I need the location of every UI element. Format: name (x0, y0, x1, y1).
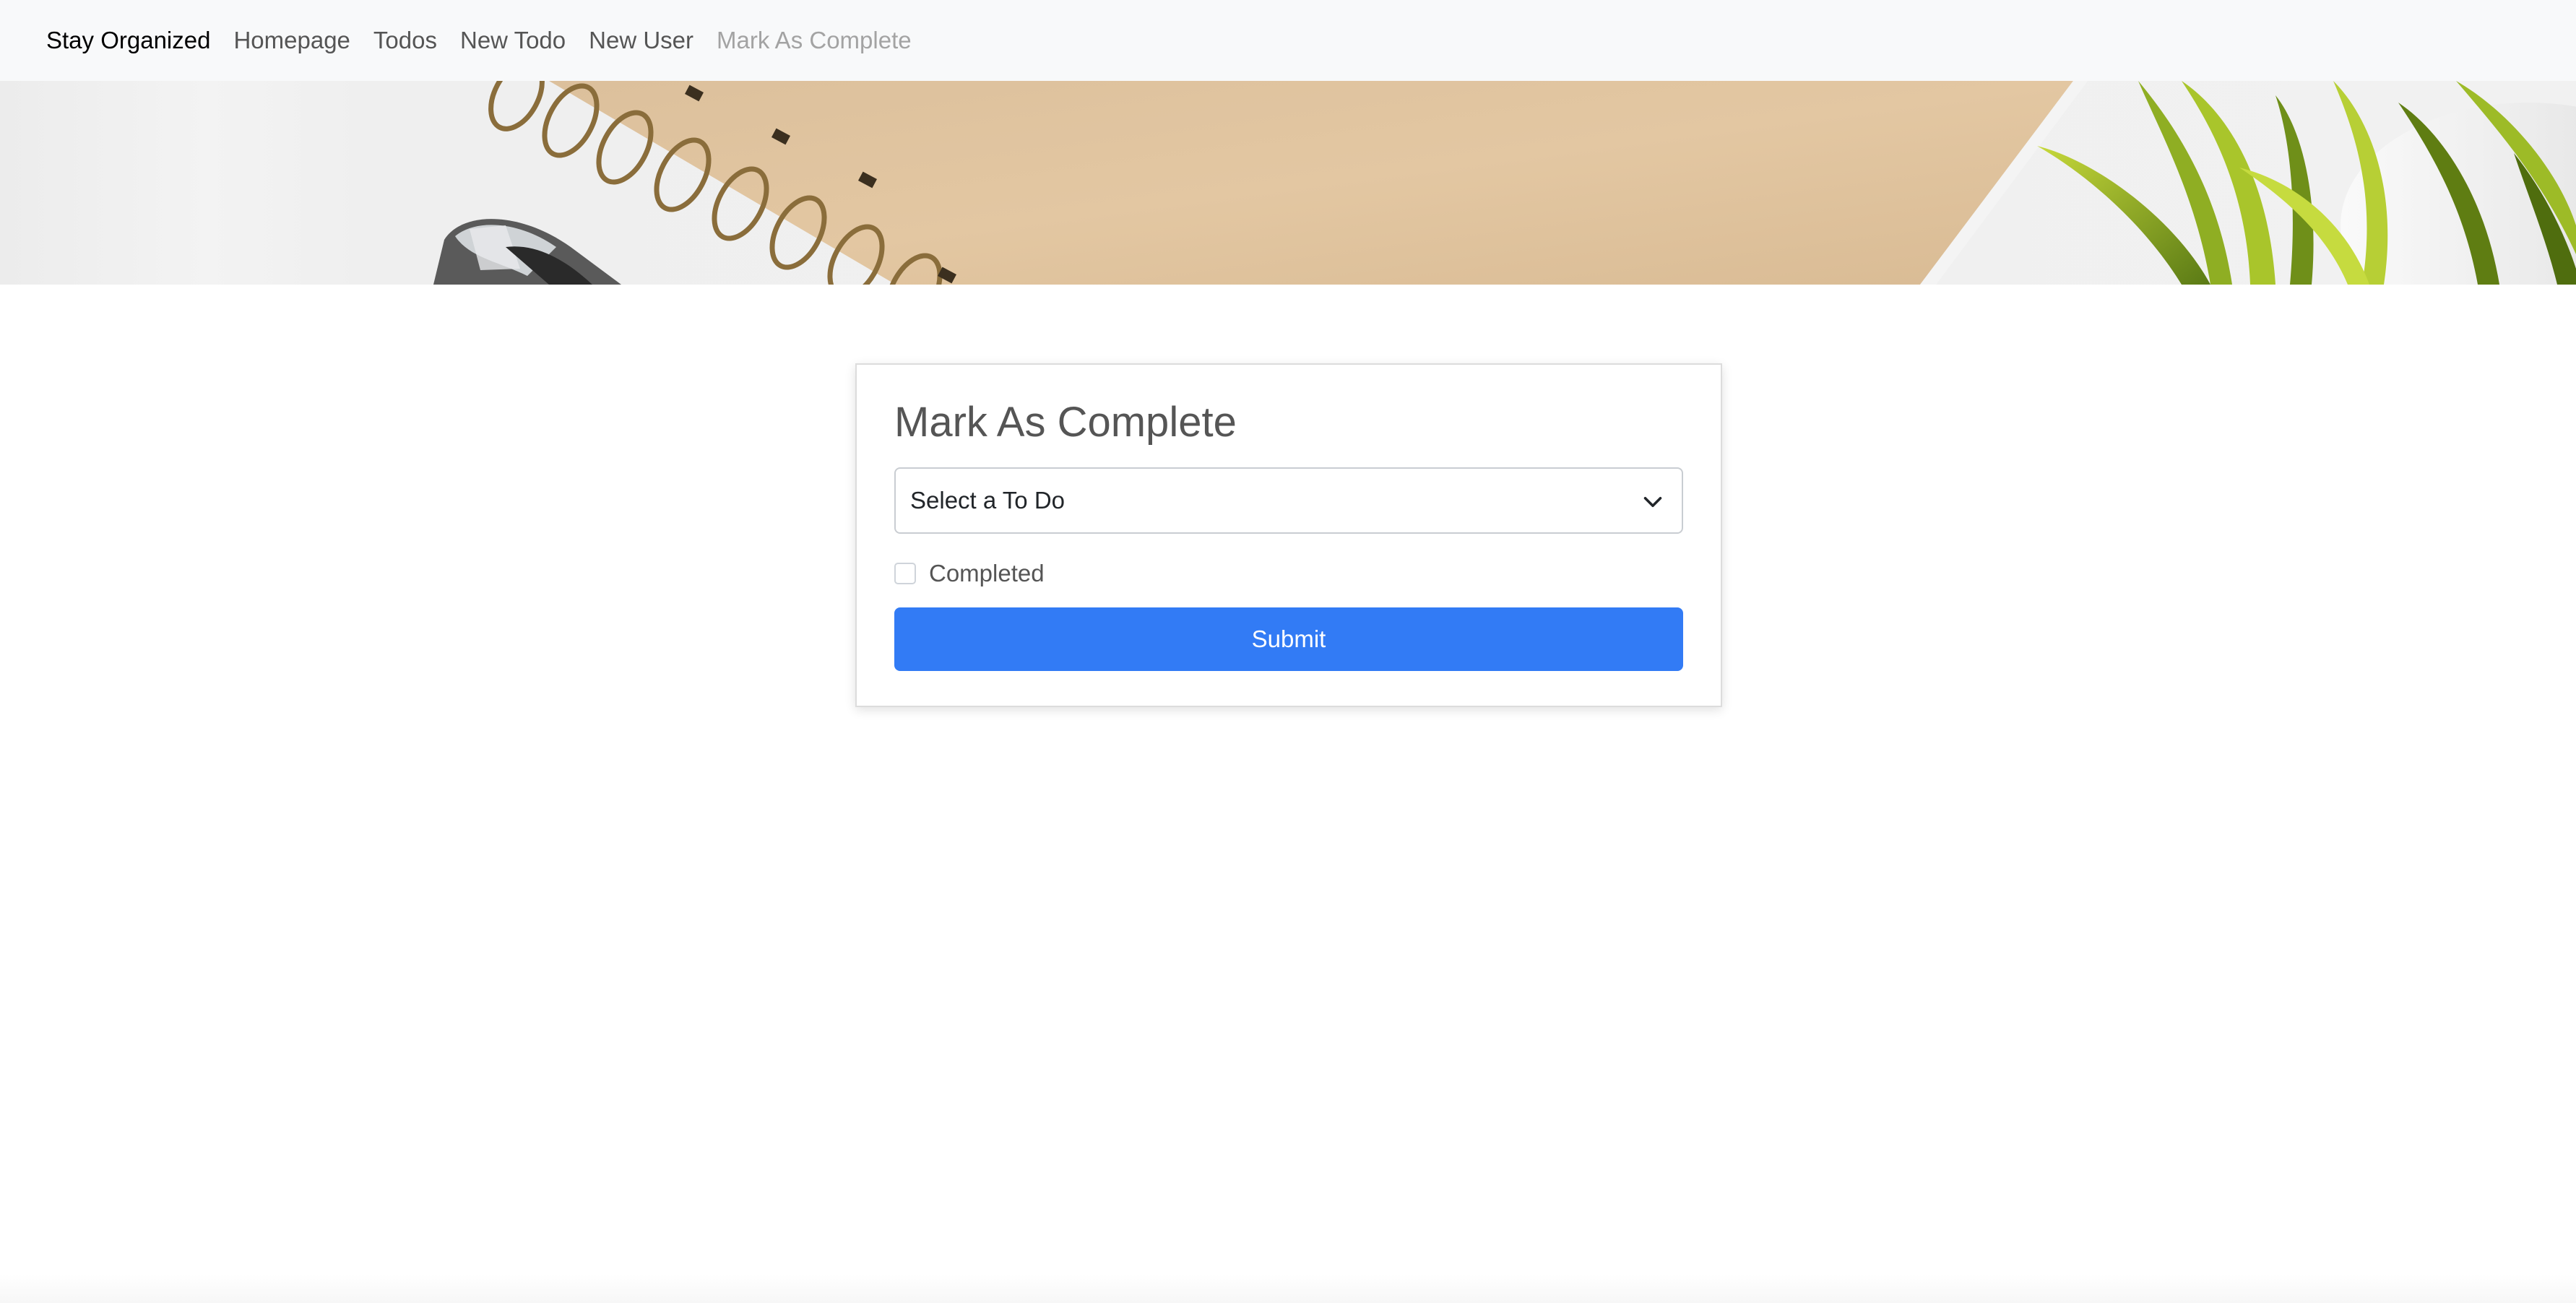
nav-link-new-todo[interactable]: New Todo (460, 27, 566, 54)
spiral-notebook-image (488, 81, 2088, 285)
completed-checkbox-row: Completed (894, 560, 1683, 587)
navbar: Stay Organized Homepage Todos New Todo N… (0, 0, 2576, 81)
submit-button[interactable]: Submit (894, 607, 1683, 671)
nav-link-new-user[interactable]: New User (589, 27, 693, 54)
footer-fade (0, 1274, 2576, 1303)
chevron-down-icon (1643, 497, 1662, 507)
brand-link[interactable]: Stay Organized (46, 27, 210, 54)
nav-link-todos[interactable]: Todos (373, 27, 437, 54)
hero-banner (0, 81, 2576, 285)
completed-checkbox-label[interactable]: Completed (929, 560, 1045, 587)
nav-link-mark-as-complete[interactable]: Mark As Complete (717, 27, 912, 54)
mark-complete-card: Mark As Complete Select a To Do Complete… (855, 363, 1722, 707)
todo-select[interactable]: Select a To Do (894, 467, 1683, 534)
plant-image (2037, 81, 2576, 285)
nav-link-homepage[interactable]: Homepage (233, 27, 350, 54)
card-title: Mark As Complete (894, 399, 1237, 446)
pen-image (433, 219, 621, 285)
completed-checkbox[interactable] (894, 563, 916, 584)
todo-select-value: Select a To Do (910, 487, 1066, 514)
hero-banner-image (433, 81, 2576, 285)
